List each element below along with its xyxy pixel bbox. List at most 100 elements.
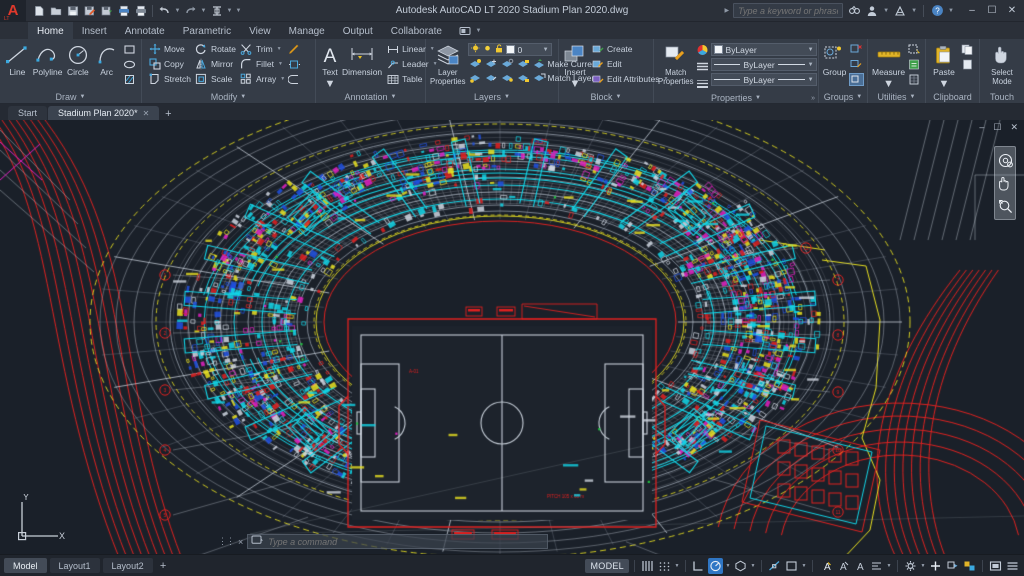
- annotation-expand-caret[interactable]: ▼: [391, 94, 397, 100]
- modify-trim-button[interactable]: Trim ▼: [238, 42, 287, 56]
- modify-rotate-button[interactable]: Rotate: [193, 42, 238, 56]
- sign-in-person-icon[interactable]: [865, 4, 879, 18]
- properties-expand-caret[interactable]: ▼: [755, 95, 761, 101]
- insert-dropdown-caret[interactable]: ▼: [570, 78, 581, 90]
- lineweight-combo-caret[interactable]: ▼: [808, 77, 814, 83]
- make-current-icon[interactable]: [532, 57, 547, 70]
- layer-on-all-icon[interactable]: [500, 71, 515, 84]
- command-line[interactable]: ⋮⋮ ×: [218, 534, 548, 549]
- lineweight-combo[interactable]: ByLayer ▼: [710, 73, 817, 86]
- close-icon[interactable]: ✕: [143, 109, 150, 118]
- annoscale-caret[interactable]: ▼: [886, 563, 892, 569]
- layers-expand-caret[interactable]: ▼: [504, 94, 510, 100]
- paste-dropdown-caret[interactable]: ▼: [939, 78, 950, 90]
- linetype-combo[interactable]: ByLayer ▼: [710, 58, 817, 71]
- polar-caret[interactable]: ▼: [725, 563, 731, 569]
- drawing-minimize-button[interactable]: –: [979, 122, 984, 133]
- layer-color-swatch[interactable]: [505, 45, 515, 54]
- modify-expand-caret[interactable]: ▼: [240, 94, 246, 100]
- object-snap-icon[interactable]: [767, 558, 782, 574]
- explode-icon[interactable]: [287, 58, 302, 71]
- panel-expand-caret[interactable]: ▼: [80, 94, 86, 100]
- layer-properties-button[interactable]: Layer Properties: [430, 41, 466, 86]
- save-arrow-icon[interactable]: [99, 3, 114, 18]
- utilities-expand-caret[interactable]: ▼: [910, 94, 916, 100]
- ungroup-icon[interactable]: [849, 43, 864, 56]
- panel-modify-title[interactable]: Modify ▼: [142, 90, 315, 103]
- layout-tab-model[interactable]: Model: [4, 558, 47, 573]
- polar-tracking-icon[interactable]: [708, 557, 723, 574]
- steering-wheel-icon[interactable]: [997, 152, 1013, 168]
- layer-selector-combo[interactable]: 0 ▼: [467, 43, 552, 56]
- osnap-caret[interactable]: ▼: [801, 563, 807, 569]
- hatch-icon[interactable]: [122, 73, 137, 86]
- command-line-grip[interactable]: ⋮⋮: [218, 537, 235, 546]
- match-properties-button[interactable]: Match Properties: [658, 41, 694, 86]
- modify-copy-button[interactable]: Copy: [146, 57, 193, 71]
- account-caret[interactable]: ▼: [883, 8, 889, 14]
- layout-tab-layout1[interactable]: Layout1: [49, 558, 100, 573]
- iso-caret[interactable]: ▼: [750, 563, 756, 569]
- print-icon[interactable]: [133, 3, 148, 18]
- save-file-icon[interactable]: [65, 3, 80, 18]
- point-style-icon[interactable]: [907, 73, 922, 86]
- ribbon-options-caret[interactable]: ▼: [475, 28, 482, 34]
- panel-utilities-title[interactable]: Utilities ▼: [868, 90, 925, 103]
- workspace-dropdown-caret[interactable]: ▼: [226, 8, 233, 14]
- space-toggle-button[interactable]: MODEL: [585, 558, 629, 573]
- fillet-dropdown-caret[interactable]: ▼: [278, 61, 283, 67]
- modify-fillet-button[interactable]: Fillet ▼: [238, 57, 287, 71]
- draw-polyline-button[interactable]: Polyline: [33, 41, 63, 77]
- quick-calc-icon[interactable]: [907, 58, 922, 71]
- quick-select-icon[interactable]: [907, 43, 922, 56]
- layer-on-icon[interactable]: [470, 43, 480, 56]
- draw-line-button[interactable]: Line: [4, 41, 31, 77]
- redo-dropdown-caret[interactable]: ▼: [200, 8, 207, 14]
- measure-button[interactable]: Measure ▼: [872, 41, 905, 90]
- pan-icon[interactable]: [997, 175, 1013, 191]
- layer-isolate-icon[interactable]: [468, 57, 483, 70]
- trim-dropdown-caret[interactable]: ▼: [277, 46, 282, 52]
- offset-icon[interactable]: [287, 73, 302, 86]
- new-document-button[interactable]: +: [160, 107, 176, 120]
- snap-caret[interactable]: ▼: [674, 563, 680, 569]
- appstore-caret[interactable]: ▼: [911, 8, 917, 14]
- lineweight-list-icon[interactable]: [696, 78, 709, 93]
- panel-draw-title[interactable]: Draw ▼: [0, 90, 141, 103]
- select-mode-button[interactable]: Select Mode: [984, 41, 1020, 86]
- group-edit-icon[interactable]: [849, 58, 864, 71]
- tab-parametric[interactable]: Parametric: [174, 22, 240, 39]
- tab-view[interactable]: View: [240, 22, 280, 39]
- tab-collaborate[interactable]: Collaborate: [382, 22, 451, 39]
- application-menu-button[interactable]: A LT: [0, 0, 26, 22]
- annotation-dimension-button[interactable]: Dimension: [342, 41, 382, 77]
- linetype-combo-caret[interactable]: ▼: [808, 62, 814, 68]
- workspace-switching-icon[interactable]: [903, 558, 918, 574]
- modify-scale-button[interactable]: Scale: [193, 72, 238, 86]
- help-search-box[interactable]: [733, 3, 844, 18]
- annotation-scale-icon[interactable]: [869, 558, 884, 574]
- autodesk-app-store-icon[interactable]: [893, 4, 907, 18]
- rectangle-icon[interactable]: [122, 43, 137, 56]
- tab-manage[interactable]: Manage: [280, 22, 334, 39]
- panel-layers-title[interactable]: Layers ▼: [426, 90, 558, 103]
- command-prompt-icon[interactable]: [251, 535, 264, 548]
- panel-block-title[interactable]: Block ▼: [559, 90, 653, 103]
- new-layout-button[interactable]: +: [156, 559, 171, 573]
- isolate-objects-icon[interactable]: [928, 558, 943, 574]
- text-dropdown-caret[interactable]: ▼: [325, 78, 336, 90]
- color-wheel-icon[interactable]: [696, 44, 709, 59]
- osnap-tracking-icon[interactable]: [784, 558, 799, 574]
- cut-clip-icon[interactable]: [960, 58, 975, 71]
- properties-dialog-launcher[interactable]: »: [811, 95, 815, 102]
- ribbon-display-options[interactable]: ▼: [451, 22, 490, 39]
- tab-annotate[interactable]: Annotate: [116, 22, 174, 39]
- search-input[interactable]: [738, 5, 839, 16]
- customization-swatch-icon[interactable]: [962, 558, 977, 574]
- tab-home[interactable]: Home: [28, 22, 73, 39]
- modify-move-button[interactable]: Move: [146, 42, 193, 56]
- grid-display-icon[interactable]: [640, 558, 655, 574]
- workspace-caret[interactable]: ▼: [920, 563, 926, 569]
- layer-unisolate-icon[interactable]: [468, 71, 483, 84]
- color-combo-caret[interactable]: ▼: [808, 47, 814, 53]
